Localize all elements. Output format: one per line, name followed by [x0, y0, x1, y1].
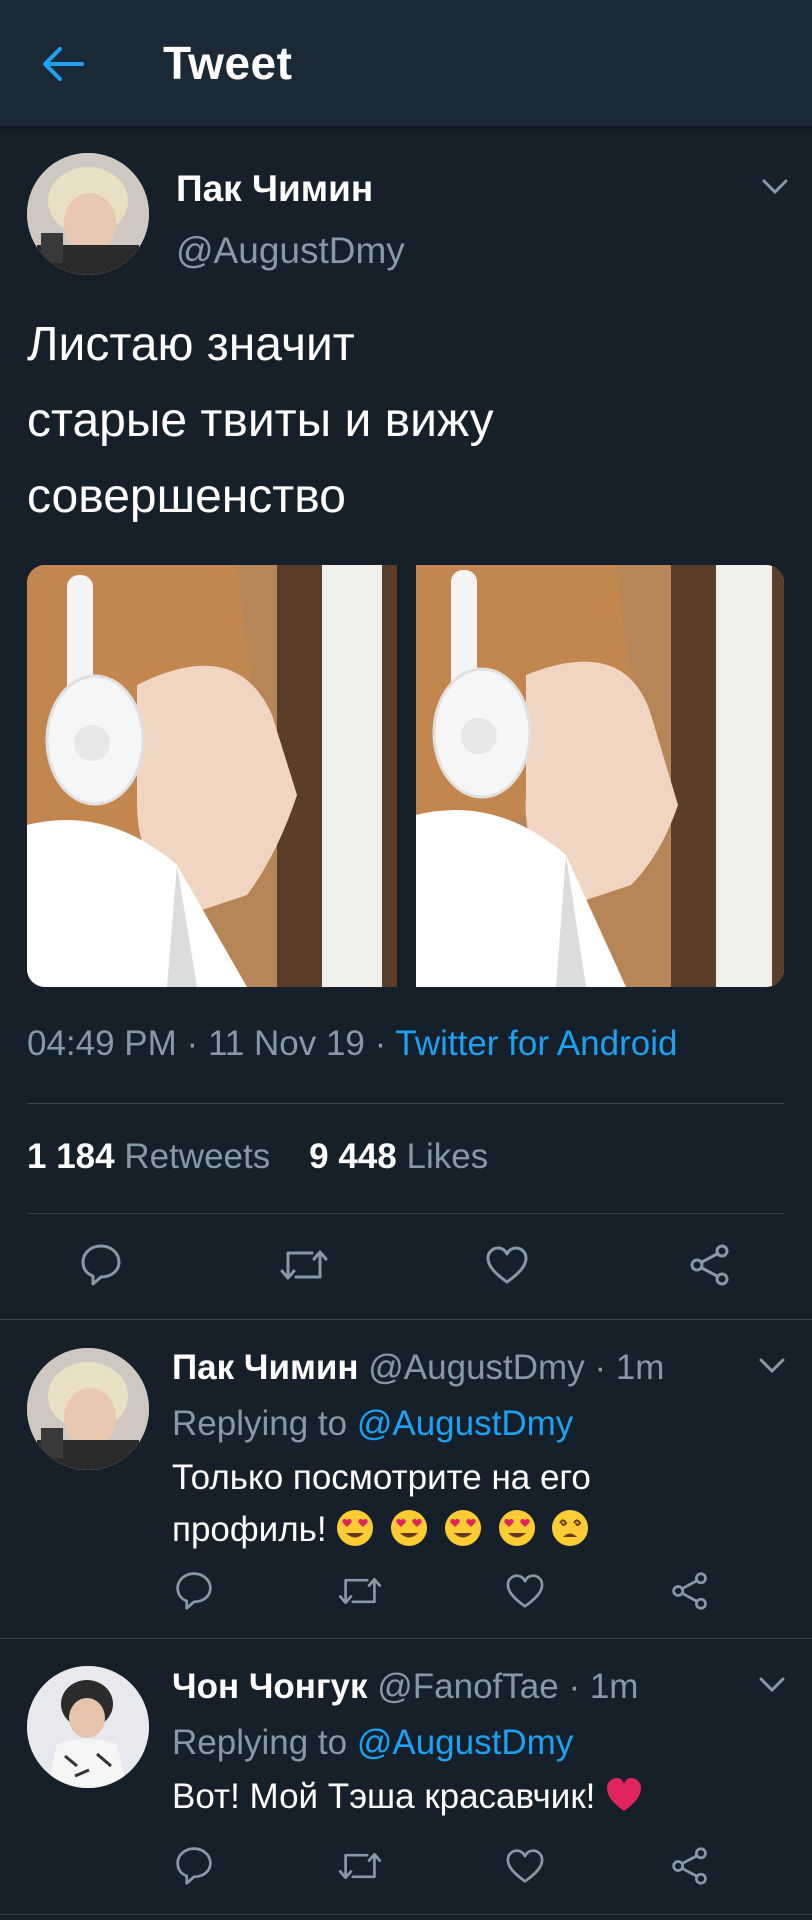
retweets-count: 1 184	[27, 1137, 115, 1176]
replying-to: Replying to @AugustDmy	[172, 1723, 573, 1763]
like-heart-icon[interactable]	[505, 1573, 545, 1609]
heart-eyes-emoji	[337, 1510, 374, 1546]
replying-to-handle[interactable]: @AugustDmy	[357, 1404, 573, 1443]
likes-label: Likes	[406, 1137, 489, 1176]
tweet-date: 11 Nov 19	[207, 1024, 365, 1063]
tweet-text-line: Листаю значит	[27, 318, 355, 371]
divider	[27, 1103, 784, 1104]
replying-to: Replying to @AugustDmy	[172, 1404, 573, 1444]
like-heart-icon[interactable]	[505, 1848, 545, 1884]
reply-text: Только посмотрите на его профиль!	[172, 1452, 595, 1556]
reply-header: Чон Чонгук @FanofTae · 1m	[172, 1667, 638, 1707]
retweet-icon[interactable]	[336, 1573, 384, 1609]
separator: ·	[594, 1348, 607, 1387]
replying-to-handle[interactable]: @AugustDmy	[357, 1723, 573, 1762]
reply-author-handle[interactable]: @AugustDmy	[368, 1348, 584, 1387]
separator: ·	[374, 1024, 387, 1063]
divider	[0, 1319, 812, 1320]
separator: ·	[568, 1667, 581, 1706]
author-name[interactable]: Пак Чимин	[176, 168, 373, 210]
reply-icon[interactable]	[174, 1845, 214, 1885]
reply-text-line: Только посмотрите на его	[172, 1458, 591, 1497]
reply-author-name[interactable]: Чон Чонгук	[172, 1667, 368, 1706]
retweets-label: Retweets	[124, 1137, 271, 1176]
reply-text: Вот! Мой Тэша красавчик!	[172, 1771, 649, 1823]
heart-eyes-emoji	[498, 1510, 535, 1546]
reply-age: 1m	[589, 1667, 639, 1706]
like-heart-icon[interactable]	[485, 1245, 529, 1285]
reply-author-handle[interactable]: @FanofTae	[377, 1667, 558, 1706]
tweet-text: Листаю значит старые твиты и вижу соверш…	[27, 307, 767, 535]
share-icon[interactable]	[688, 1243, 732, 1287]
reply-text-line: профиль!	[172, 1504, 595, 1556]
replying-to-label: Replying to	[172, 1404, 348, 1443]
reply-author-name[interactable]: Пак Чимин	[172, 1348, 359, 1387]
tweet-time: 04:49 PM	[27, 1024, 177, 1063]
likes-stat[interactable]: 9 448 Likes	[309, 1137, 488, 1176]
likes-count: 9 448	[309, 1137, 397, 1176]
heart-eyes-emoji	[391, 1510, 428, 1546]
retweets-stat[interactable]: 1 184 Retweets	[27, 1137, 280, 1176]
reply-header: Пак Чимин @AugustDmy · 1m	[172, 1348, 664, 1388]
tweet-photo-1[interactable]	[27, 565, 397, 987]
tweet-stats: 1 184 Retweets 9 448 Likes	[27, 1137, 488, 1177]
reply-icon[interactable]	[174, 1570, 214, 1610]
retweet-icon[interactable]	[336, 1848, 384, 1884]
reply-icon[interactable]	[79, 1242, 123, 1286]
reply-text-line: Вот! Мой Тэша красавчик!	[172, 1777, 596, 1816]
author-avatar[interactable]	[27, 153, 149, 275]
reply-text-fragment: профиль!	[172, 1510, 327, 1549]
chevron-down-icon[interactable]	[761, 178, 789, 196]
tweet-photo-2[interactable]	[416, 565, 784, 987]
retweet-icon[interactable]	[278, 1245, 330, 1285]
divider	[0, 1914, 812, 1915]
replying-to-label: Replying to	[172, 1723, 348, 1762]
dizzy-face-emoji	[552, 1510, 589, 1546]
share-icon[interactable]	[670, 1571, 710, 1611]
reply-avatar[interactable]	[27, 1666, 149, 1788]
page-title: Tweet	[163, 37, 293, 89]
tweet-meta: 04:49 PM · 11 Nov 19 · Twitter for Andro…	[27, 1024, 677, 1064]
reply-avatar[interactable]	[27, 1348, 149, 1470]
back-arrow-icon[interactable]	[38, 44, 86, 84]
top-app-bar: Tweet	[0, 0, 812, 126]
red-heart-emoji	[607, 1778, 642, 1811]
tweet-text-line: совершенство	[27, 470, 346, 523]
tweet-source-link[interactable]: Twitter for Android	[395, 1024, 677, 1063]
heart-eyes-emoji	[444, 1510, 481, 1546]
separator: ·	[186, 1024, 199, 1063]
chevron-down-icon[interactable]	[758, 1676, 786, 1694]
author-handle[interactable]: @AugustDmy	[176, 230, 405, 272]
share-icon[interactable]	[670, 1846, 710, 1886]
divider	[0, 1638, 812, 1639]
tweet-text-line: старые твиты и вижу	[27, 394, 494, 447]
divider	[27, 1213, 784, 1214]
reply-age: 1m	[615, 1348, 665, 1387]
chevron-down-icon[interactable]	[758, 1357, 786, 1375]
